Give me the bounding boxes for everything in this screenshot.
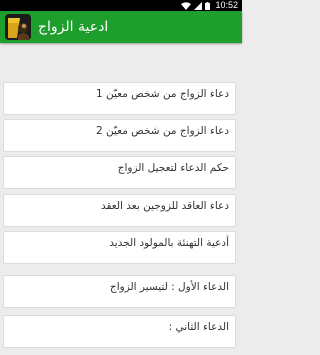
status-time: 10:52 [215,0,238,10]
app-logo-icon[interactable] [5,14,31,40]
wifi-icon [181,1,192,10]
app-title: ادعية الزواج [38,19,109,35]
list-item-label: دعاء الزواج من شخص معيّن 2 [95,125,229,137]
status-bar: 10:52 [0,0,242,11]
list-item-label: الدعاء الأول : لتيسير الزواج [109,281,229,293]
cell-signal-icon [194,1,203,10]
list-item-label: حكم الدعاء لتعجيل الزواج [117,162,229,174]
list-item[interactable]: دعاء العاقد للزوجين بعد العقد [3,194,236,227]
list-item[interactable]: دعاء الزواج من شخص معيّن 2 [3,119,236,152]
list-item[interactable]: دعاء الزواج من شخص معيّن 1 [3,82,236,115]
list-item-label: أدعية التهنئة بالمولود الجديد [109,237,229,249]
list-item-label: دعاء العاقد للزوجين بعد العقد [100,200,229,212]
list-item[interactable]: الدعاء الثاني : [3,315,236,348]
list-item[interactable]: حكم الدعاء لتعجيل الزواج [3,156,236,189]
list-item-label: دعاء الزواج من شخص معيّن 1 [95,88,229,100]
status-icons: 10:52 [181,0,238,11]
app-bar: ادعية الزواج [0,11,242,43]
list-item[interactable]: الدعاء الأول : لتيسير الزواج [3,275,236,308]
list-item[interactable]: أدعية التهنئة بالمولود الجديد [3,231,236,264]
battery-icon [205,1,211,10]
list-item-label: الدعاء الثاني : [168,321,229,333]
prayer-list: دعاء الزواج من شخص معيّن 1 دعاء الزواج م… [0,43,242,355]
